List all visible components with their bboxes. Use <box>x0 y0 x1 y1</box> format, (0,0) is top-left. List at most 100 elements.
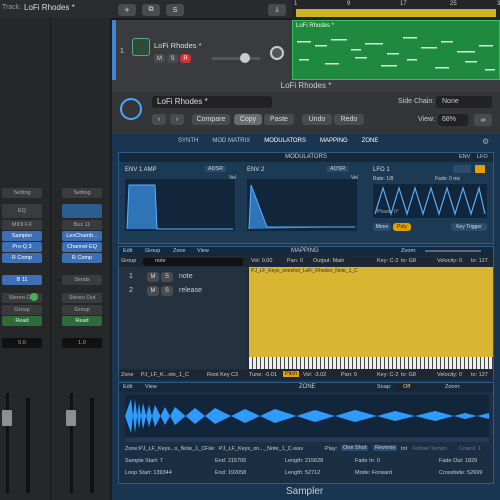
setting-button-2[interactable]: Setting <box>62 188 102 198</box>
view-select[interactable]: 68% <box>438 114 468 126</box>
zone-pan[interactable]: Pan: 0 <box>341 372 357 378</box>
group-velocity[interactable]: Velocity: 0 <box>437 258 462 264</box>
lfo-rate[interactable]: Rate: 1/8 <box>373 176 393 182</box>
lfo-key-trigger-button[interactable]: Key Trigger <box>451 223 487 231</box>
duplicate-track-icon[interactable]: ⧉ <box>142 4 160 16</box>
eq-button[interactable]: EQ <box>2 204 42 218</box>
window-titlebar[interactable]: LoFi Rhodes * <box>112 80 500 92</box>
group-solo-button[interactable]: S <box>161 272 173 282</box>
env-tab[interactable]: ENV <box>459 154 470 160</box>
output-slot-2[interactable]: Stereo Out <box>62 293 102 303</box>
next-preset-button[interactable]: › <box>170 114 184 125</box>
send-slot[interactable]: B 11 <box>2 275 42 285</box>
bus-slot[interactable]: Bus 11 <box>62 220 102 230</box>
tab-synth[interactable]: SYNTH <box>178 138 198 148</box>
track-pan-knob[interactable] <box>270 46 284 60</box>
group-key[interactable]: Key: C-2 <box>377 258 398 264</box>
group-slot[interactable]: Group <box>2 305 42 315</box>
mapping-menu-group[interactable]: Group <box>145 248 160 254</box>
track-solo-button[interactable]: S <box>167 54 178 63</box>
loop-region[interactable] <box>125 438 489 442</box>
group-vol[interactable]: Vol: 0.00 <box>251 258 272 264</box>
pitch-button[interactable]: Pitch <box>283 371 300 377</box>
volume-readout[interactable]: 0.0 <box>2 338 42 348</box>
mapping-menu-view[interactable]: View <box>197 248 209 254</box>
crossfade[interactable]: Crossfade: 52699 <box>439 470 482 476</box>
copy-button[interactable]: Copy <box>234 114 262 125</box>
lfo-mono-button[interactable]: Mono <box>373 223 391 231</box>
catch-playhead-icon[interactable]: ⤓ <box>268 4 286 16</box>
lfo-poly-button[interactable]: Poly <box>393 223 411 231</box>
group-row-name[interactable]: note <box>179 273 193 280</box>
coarse-value[interactable]: Coarsl: 1 <box>459 446 481 452</box>
group-mute-button[interactable]: M <box>147 286 159 296</box>
volume-fader-2[interactable] <box>66 410 76 426</box>
one-shot-button[interactable]: One Shot <box>341 445 369 451</box>
reverse-button[interactable]: Reverse <box>373 445 398 451</box>
zone-velocity[interactable]: Velocity: 0 <box>437 372 462 378</box>
group-solo-button[interactable]: S <box>161 286 173 296</box>
zone-velocity-to[interactable]: to: 127 <box>471 372 488 378</box>
tab-mod-matrix[interactable]: MOD MATRIX <box>212 138 250 148</box>
sample-end[interactable]: End: 215705 <box>215 458 246 464</box>
volume-fader-1[interactable] <box>2 410 12 426</box>
zone-field-name[interactable]: PJ_LF_Keys...s_Note_1_C <box>139 446 205 452</box>
track-volume-knob[interactable] <box>240 53 250 63</box>
preset-menu[interactable]: LoFi Rhodes * <box>152 96 272 108</box>
file-name[interactable]: PJ_LF_Keys_on..._Note_1_C.wav <box>219 446 303 452</box>
tab-modulators[interactable]: MODULATORS <box>264 138 306 148</box>
group-pan[interactable]: Pan: 0 <box>287 258 303 264</box>
lfo-tab[interactable]: LFO <box>477 154 488 160</box>
env1-graph[interactable] <box>125 179 235 231</box>
automation-mode-2[interactable]: Read <box>62 316 102 326</box>
cycle-bar[interactable] <box>296 9 496 17</box>
volume-readout-2[interactable]: 1.0 <box>62 338 102 348</box>
undo-button[interactable]: Undo <box>302 114 332 125</box>
prev-preset-button[interactable]: ‹ <box>152 114 166 125</box>
env2-graph[interactable] <box>247 179 357 231</box>
group-key-to[interactable]: to: G8 <box>401 258 416 264</box>
mapping-menu-zone[interactable]: Zone <box>173 248 186 254</box>
group-output[interactable]: Output: Main <box>313 258 345 264</box>
side-chain-select[interactable]: None <box>436 96 492 108</box>
zone-name[interactable]: PJ_LF_K...ote_1_C <box>141 372 189 378</box>
eq-thumbnail[interactable] <box>62 204 102 218</box>
tab-zone[interactable]: ZONE <box>362 138 379 148</box>
group-row-1[interactable]: 1 M S note <box>119 271 247 283</box>
insert-slot-c[interactable]: R Comp <box>62 253 102 263</box>
mapping-keyboard[interactable] <box>249 357 493 369</box>
tab-mapping[interactable]: MAPPING <box>320 138 348 148</box>
group-slot-2[interactable]: Group <box>62 305 102 315</box>
waveform-display[interactable] <box>125 395 489 437</box>
track-record-button[interactable]: R <box>180 54 191 63</box>
group-mute-button[interactable]: M <box>147 272 159 282</box>
zone-key[interactable]: Key: C-2 <box>377 372 398 378</box>
env2-mode[interactable]: ADSR <box>327 166 349 172</box>
insert-slot-1[interactable]: Pro-Q 3 <box>2 242 42 252</box>
add-track-button[interactable]: + <box>118 4 136 16</box>
solo-button[interactable]: S <box>166 4 184 16</box>
zone-menu-view[interactable]: View <box>145 384 157 390</box>
loop-mode[interactable]: Mode: Forward <box>355 470 392 476</box>
setting-button[interactable]: Setting <box>2 188 42 198</box>
sends-slot[interactable]: Sends <box>62 275 102 285</box>
loop-start[interactable]: Loop Start: 139344 <box>125 470 172 476</box>
mapping-menu-edit[interactable]: Edit <box>123 248 132 254</box>
int-button[interactable]: Int <box>401 446 407 452</box>
group-search-input[interactable]: note <box>143 258 243 266</box>
redo-button[interactable]: Redo <box>334 114 364 125</box>
lfo-wave-select[interactable] <box>453 165 471 173</box>
lfo-settings-icon[interactable] <box>475 165 485 173</box>
fade-out[interactable]: Fade Out: 1829 <box>439 458 477 464</box>
track-mute-button[interactable]: M <box>154 54 165 63</box>
power-icon[interactable] <box>120 98 142 120</box>
zone-tune[interactable]: Tune: -0.01 <box>249 372 277 378</box>
lfo-fade[interactable]: Fade: 0 ms <box>435 176 460 182</box>
fade-in[interactable]: Fade In: 0 <box>355 458 380 464</box>
track-title[interactable]: LoFi Rhodes * <box>154 41 202 50</box>
follow-tempo-button[interactable]: Follow Tempo <box>413 446 447 452</box>
sample-length[interactable]: Length: 215628 <box>285 458 323 464</box>
loop-length[interactable]: Length: 52712 <box>285 470 320 476</box>
group-row-2[interactable]: 2 M S release <box>119 285 247 297</box>
group-velocity-to[interactable]: to: 127 <box>471 258 488 264</box>
